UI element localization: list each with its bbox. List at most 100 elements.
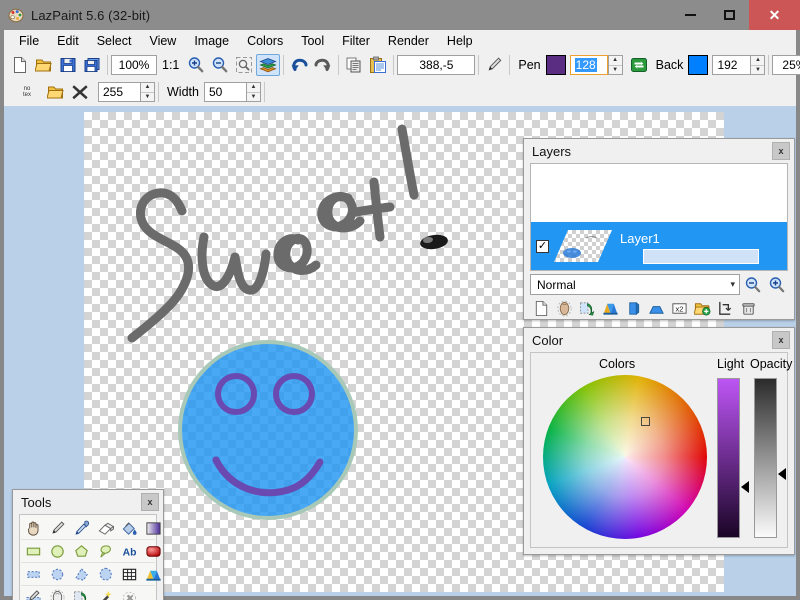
menu-colors[interactable]: Colors [238, 31, 292, 51]
merge-layer-button[interactable] [599, 298, 621, 318]
zoom-in-button[interactable] [184, 54, 208, 76]
zoom-ratio-label[interactable]: 1:1 [157, 58, 184, 72]
layer-rename-input[interactable] [643, 249, 759, 264]
pen-alpha-up-icon[interactable]: ▲ [609, 56, 622, 66]
tool-select-ellipse[interactable] [45, 563, 69, 585]
tool-select-pen[interactable] [21, 587, 45, 600]
delete-layer-button[interactable] [737, 298, 759, 318]
tool-select-poly[interactable] [69, 563, 93, 585]
zoom-out-button[interactable] [208, 54, 232, 76]
layer-row[interactable]: ✓ [531, 222, 787, 270]
tool-hand[interactable] [21, 517, 45, 539]
pen-alpha-arrows[interactable]: ▲ ▼ [608, 55, 623, 75]
menu-help[interactable]: Help [438, 31, 482, 51]
tool-move-selection[interactable] [117, 563, 141, 585]
tool-ellipse[interactable] [45, 540, 69, 562]
back-color-swatch[interactable] [688, 55, 708, 75]
swap-colors-button[interactable] [627, 54, 651, 76]
maximize-button[interactable] [710, 0, 749, 30]
save-file-button[interactable] [56, 54, 80, 76]
menu-filter[interactable]: Filter [333, 31, 379, 51]
pen-alpha-stepper[interactable]: 128 ▲ ▼ [570, 55, 623, 75]
pen-width-up-icon[interactable]: ▲ [247, 83, 260, 93]
tool-curve[interactable] [93, 540, 117, 562]
open-texture-button[interactable] [44, 81, 68, 103]
texture-opacity-stepper[interactable]: 255 ▲ ▼ [98, 82, 155, 102]
flip-layer-button[interactable] [714, 298, 736, 318]
no-texture-indicator[interactable]: no tex [16, 82, 38, 102]
texture-opacity-up-icon[interactable]: ▲ [141, 83, 154, 93]
color-panel-close-button[interactable]: x [772, 331, 790, 349]
tool-polygon[interactable] [69, 540, 93, 562]
remove-texture-button[interactable] [68, 81, 92, 103]
opacity-slider[interactable] [754, 378, 777, 538]
tool-magic-wand2[interactable] [93, 587, 117, 600]
texture-opacity-arrows[interactable]: ▲ ▼ [140, 82, 155, 102]
remove-layer-button[interactable] [553, 298, 575, 318]
tool-phong-shape[interactable] [141, 540, 165, 562]
layer-zoom-out-button[interactable] [742, 275, 764, 295]
rotate-layer-button[interactable] [622, 298, 644, 318]
blend-mode-select[interactable]: Normal ▾ [530, 274, 740, 295]
tool-eraser[interactable] [93, 517, 117, 539]
tool-texture-mapping[interactable] [69, 587, 93, 600]
pen-width-arrows[interactable]: ▲ ▼ [246, 82, 261, 102]
layers-panel-close-button[interactable]: x [772, 142, 790, 160]
new-file-button[interactable] [8, 54, 32, 76]
tool-spray[interactable] [117, 587, 141, 600]
pen-alpha-down-icon[interactable]: ▼ [609, 66, 622, 75]
layer-visibility-checkbox[interactable]: ✓ [536, 240, 549, 253]
add-layer-button[interactable] [530, 298, 552, 318]
tool-gradient[interactable] [141, 517, 165, 539]
pen-width-stepper[interactable]: 50 ▲ ▼ [204, 82, 261, 102]
tool-clone[interactable] [45, 587, 69, 600]
menu-view[interactable]: View [140, 31, 185, 51]
opacity-percent-display[interactable]: 25% [772, 55, 800, 75]
layer-zoom-in-button[interactable] [766, 275, 788, 295]
color-wheel[interactable] [543, 375, 707, 539]
save-as-button[interactable] [80, 54, 104, 76]
back-alpha-up-icon[interactable]: ▲ [751, 56, 764, 66]
tool-pen[interactable] [45, 517, 69, 539]
tools-panel-close-button[interactable]: x [141, 493, 159, 511]
duplicate-layer-button[interactable] [576, 298, 598, 318]
menu-tool[interactable]: Tool [292, 31, 333, 51]
pen-color-swatch[interactable] [546, 55, 566, 75]
tool-rectangle[interactable] [21, 540, 45, 562]
tool-colorpicker[interactable] [69, 517, 93, 539]
paste-button[interactable] [366, 54, 390, 76]
menu-select[interactable]: Select [88, 31, 141, 51]
menu-render[interactable]: Render [379, 31, 438, 51]
toggle-layers-panel-button[interactable] [256, 54, 280, 76]
light-slider-marker[interactable] [741, 481, 749, 493]
perspective-layer-button[interactable] [645, 298, 667, 318]
light-slider[interactable] [717, 378, 740, 538]
pen-width-down-icon[interactable]: ▼ [247, 93, 260, 102]
tool-floodfill[interactable] [117, 517, 141, 539]
texture-opacity-down-icon[interactable]: ▼ [141, 93, 154, 102]
scale-layer-button[interactable]: x2 [668, 298, 690, 318]
back-alpha-down-icon[interactable]: ▼ [751, 66, 764, 75]
minimize-button[interactable] [671, 0, 710, 30]
menu-edit[interactable]: Edit [48, 31, 88, 51]
menu-image[interactable]: Image [185, 31, 238, 51]
back-alpha-stepper[interactable]: 192 ▲ ▼ [712, 55, 765, 75]
tool-magic-wand[interactable] [93, 563, 117, 585]
opacity-slider-marker[interactable] [778, 468, 786, 480]
back-alpha-arrows[interactable]: ▲ ▼ [750, 55, 765, 75]
color-wheel-cursor[interactable] [641, 417, 650, 426]
close-button[interactable]: ✕ [749, 0, 800, 30]
zoom-fit-button[interactable] [232, 54, 256, 76]
redo-button[interactable] [311, 54, 335, 76]
undo-button[interactable] [287, 54, 311, 76]
layer-list[interactable]: ✓ [530, 163, 788, 271]
import-layer-button[interactable] [691, 298, 713, 318]
current-tool-indicator[interactable] [482, 54, 506, 76]
tool-select-rect[interactable] [21, 563, 45, 585]
menu-file[interactable]: File [10, 31, 48, 51]
tool-text[interactable]: Ab [117, 540, 141, 562]
zoom-level-display[interactable]: 100% [111, 55, 157, 75]
copy-button[interactable] [342, 54, 366, 76]
open-file-button[interactable] [32, 54, 56, 76]
tool-deformation[interactable] [141, 563, 165, 585]
